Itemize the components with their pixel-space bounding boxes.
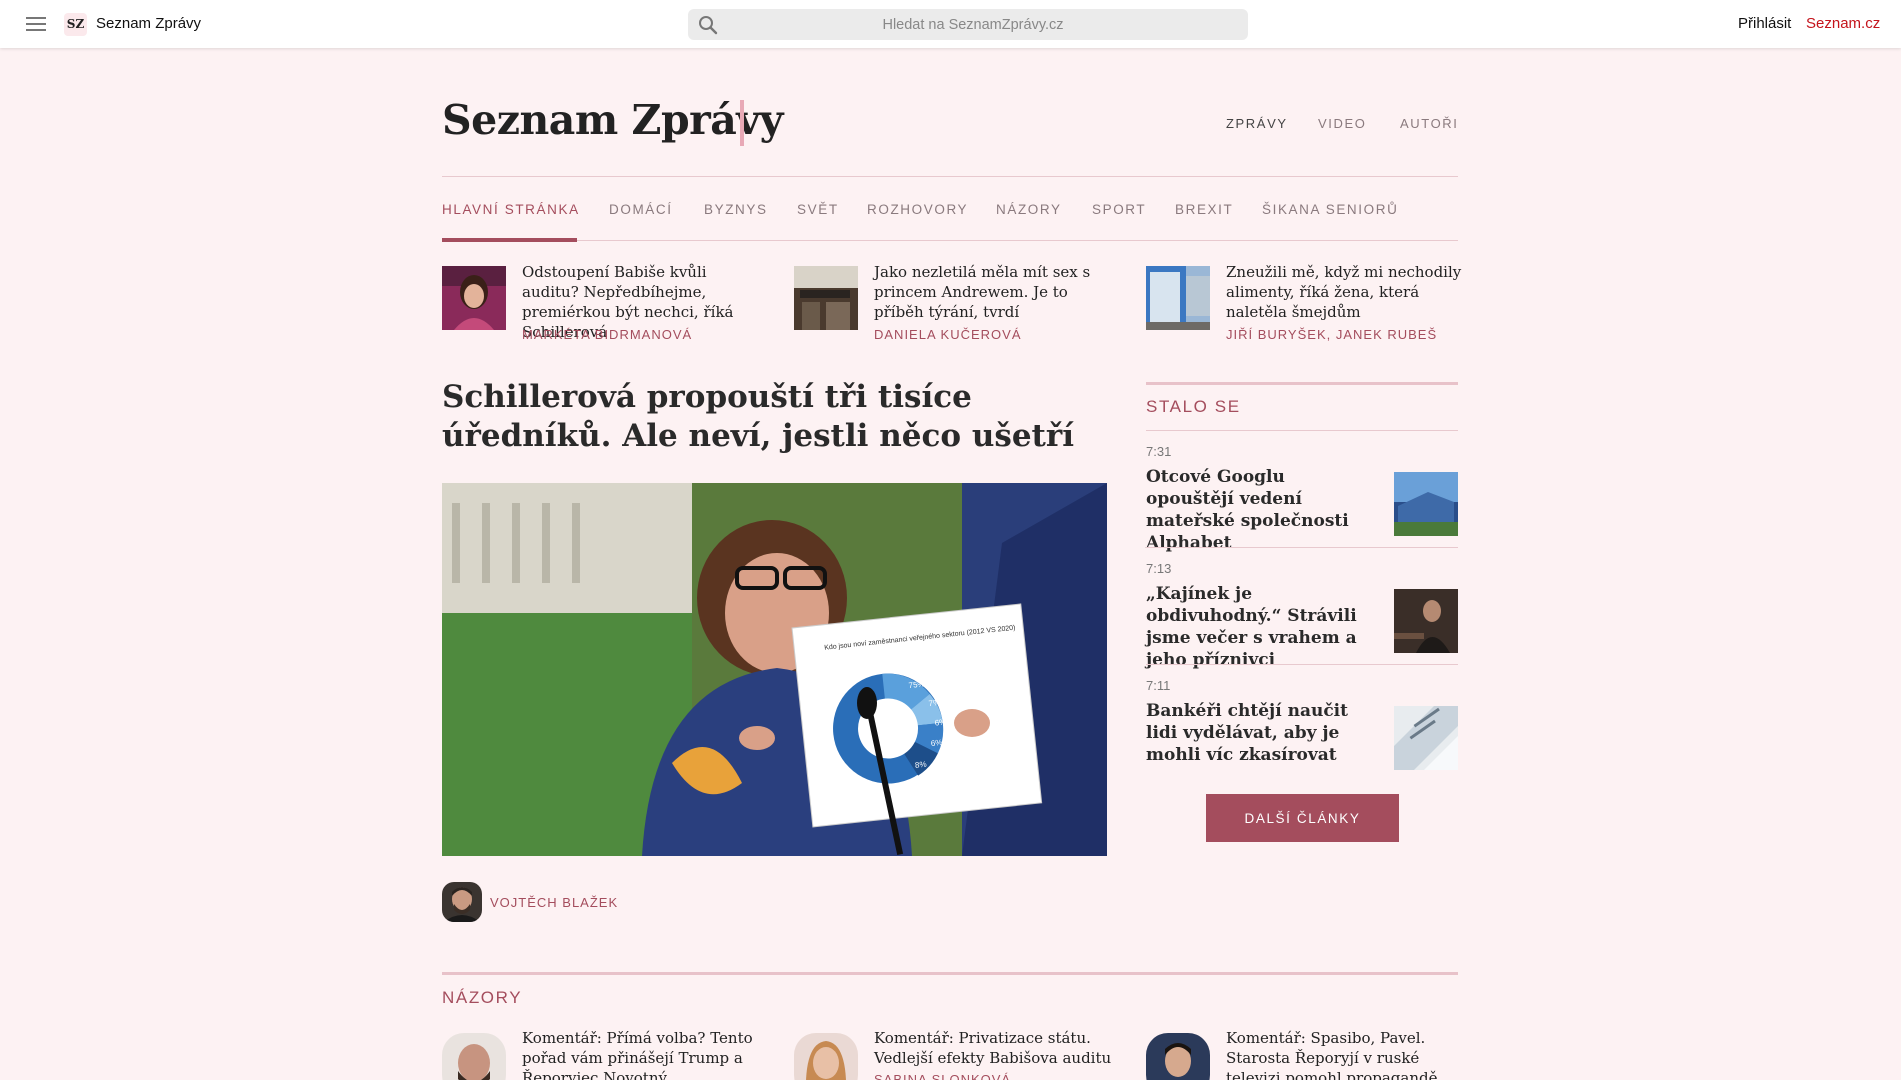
more-articles-button[interactable]: DALŠÍ ČLÁNKY — [1206, 794, 1399, 842]
tab-domaci[interactable]: DOMÁCÍ — [609, 202, 673, 217]
logo-badge[interactable]: SZ — [64, 13, 87, 36]
news-time: 7:13 — [1146, 561, 1172, 576]
tab-brexit[interactable]: BREXIT — [1175, 202, 1233, 217]
teaser-title[interactable]: Jako nezletilá měla mít sex s princem An… — [874, 262, 1114, 322]
teaser-thumbnail[interactable] — [442, 266, 506, 330]
nazory-heading: NÁZORY — [442, 988, 523, 1007]
search-input[interactable] — [728, 9, 1218, 40]
opinion-title[interactable]: Komentář: Spasibo, Pavel. Starosta Řepor… — [1226, 1028, 1466, 1080]
news-thumbnail[interactable] — [1394, 472, 1458, 536]
teaser-thumbnail[interactable] — [794, 266, 858, 330]
news-thumbnail[interactable] — [1394, 589, 1458, 653]
tab-byznys[interactable]: BYZNYS — [704, 202, 768, 217]
section-top-rule — [1146, 382, 1458, 385]
chart-label: 7% — [928, 698, 940, 708]
news-time: 7:31 — [1146, 444, 1172, 459]
section-top-rule — [442, 972, 1458, 975]
nav-video[interactable]: VIDEO — [1318, 116, 1366, 131]
divider — [442, 176, 1458, 177]
opinion-title[interactable]: Komentář: Privatizace státu. Vedlejší ef… — [874, 1028, 1114, 1068]
search-icon[interactable] — [698, 15, 718, 35]
tab-rozhovory[interactable]: ROZHOVORY — [867, 202, 968, 217]
divider — [1146, 664, 1458, 665]
divider — [442, 240, 1458, 241]
teaser-author[interactable]: JIŘÍ BURYŠEK, JANEK RUBEŠ — [1226, 327, 1437, 342]
opinion-avatar[interactable] — [442, 1033, 506, 1080]
chart-label: 6% — [930, 738, 942, 748]
seznam-link[interactable]: Seznam.cz — [1806, 15, 1880, 32]
active-tab-underline — [442, 238, 577, 242]
tab-sikana-senioru[interactable]: ŠIKANA SENIORŮ — [1262, 202, 1398, 217]
opinion-author[interactable]: SABINA SLONKOVÁ — [874, 1072, 1011, 1080]
main-article-image[interactable]: Kdo jsou noví zaměstnanci veřejného sekt… — [442, 483, 1107, 856]
teaser-author[interactable]: MARKÉTA BIDRMANOVÁ — [522, 327, 692, 342]
search-box — [688, 9, 1248, 40]
top-bar: SZ Seznam Zprávy Přihlásit Seznam.cz — [0, 0, 1901, 48]
opinion-title[interactable]: Komentář: Přímá volba? Tento pořad vám p… — [522, 1028, 762, 1080]
author-avatar[interactable] — [442, 882, 482, 922]
divider — [1146, 430, 1458, 431]
teaser-author[interactable]: DANIELA KUČEROVÁ — [874, 327, 1022, 342]
tab-hlavni-stranka[interactable]: HLAVNÍ STRÁNKA — [442, 202, 580, 217]
main-headline[interactable]: Schillerová propouští tři tisíce úředník… — [442, 378, 1092, 456]
news-thumbnail[interactable] — [1394, 706, 1458, 770]
opinion-avatar[interactable] — [1146, 1033, 1210, 1080]
opinion-avatar[interactable] — [794, 1033, 858, 1080]
main-article-author[interactable]: VOJTĚCH BLAŽEK — [490, 895, 618, 910]
masthead-title[interactable]: Seznam Zprávy — [442, 96, 783, 144]
stalo-se-heading: STALO SE — [1146, 397, 1241, 416]
tab-svet[interactable]: SVĚT — [797, 202, 839, 217]
news-title[interactable]: Otcové Googlu opouštějí vedení mateřské … — [1146, 466, 1371, 554]
chart-label: 8% — [915, 760, 927, 770]
teaser-title[interactable]: Zneužili mě, když mi nechodily alimenty,… — [1226, 262, 1466, 322]
tab-nazory[interactable]: NÁZORY — [996, 202, 1062, 217]
chart-label: 75% — [908, 679, 925, 690]
chart-label: 6% — [934, 717, 946, 727]
logo-text[interactable]: Seznam Zprávy — [96, 15, 201, 32]
news-time: 7:11 — [1146, 678, 1171, 693]
divider — [1146, 547, 1458, 548]
news-title[interactable]: „Kajínek je obdivuhodný.“ Strávili jsme … — [1146, 583, 1371, 671]
news-title[interactable]: Bankéři chtějí naučit lidi vydělávat, ab… — [1146, 700, 1371, 766]
tab-sport[interactable]: SPORT — [1092, 202, 1146, 217]
teaser-thumbnail[interactable] — [1146, 266, 1210, 330]
hamburger-menu-icon[interactable] — [26, 17, 46, 31]
login-link[interactable]: Přihlásit — [1738, 15, 1791, 32]
masthead-cursor — [740, 100, 744, 146]
nav-zpravy[interactable]: ZPRÁVY — [1226, 116, 1288, 131]
nav-autori[interactable]: AUTOŘI — [1400, 116, 1458, 131]
